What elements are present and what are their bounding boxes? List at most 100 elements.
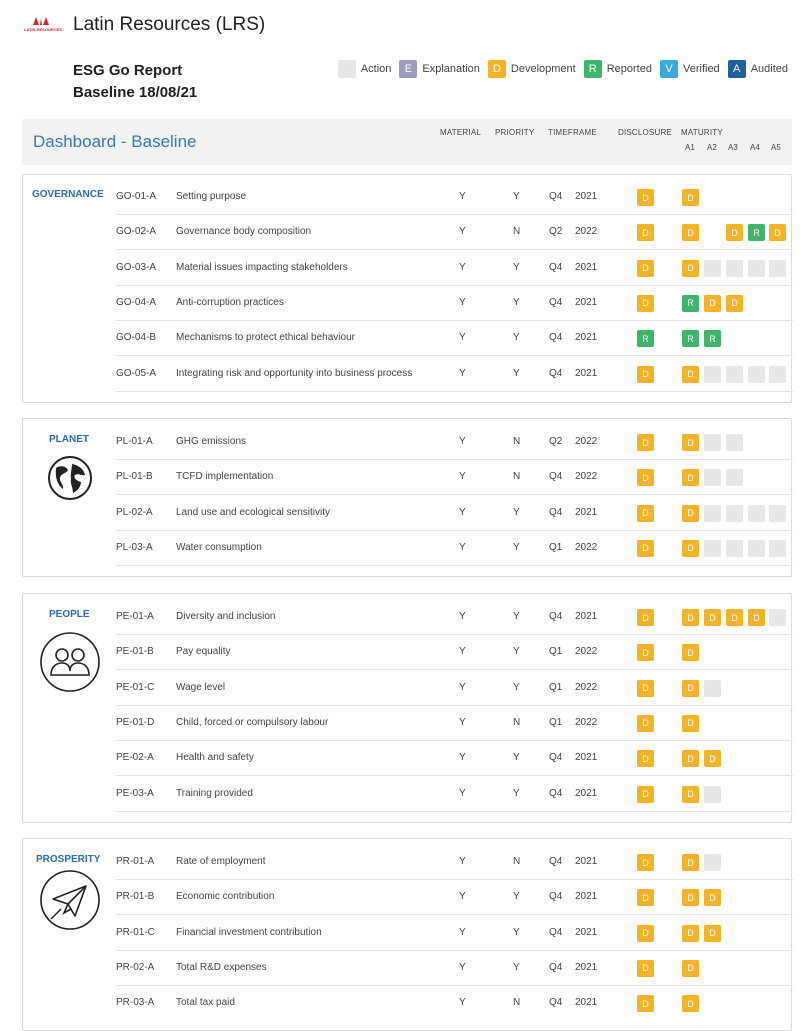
report-name: ESG Go Report: [73, 62, 183, 79]
section-people: PEOPLE PE-01-A Diversity and inclusion Y Y Q4…: [22, 593, 793, 823]
table-row[interactable]: PE-03-A Training provided Y Y Q4 2021 D D: [116, 777, 793, 812]
material-value: Y: [459, 541, 466, 553]
material-value: Y: [459, 716, 466, 728]
priority-value: N: [513, 436, 521, 447]
disclosure-badge: D: [637, 785, 654, 803]
table-row[interactable]: PL-03-A Water consumption Y Y Q1 2022 D D: [116, 531, 793, 566]
maturity-badge-a1: D: [682, 854, 699, 871]
table-row[interactable]: PE-01-A Diversity and inclusion Y Y Q4 2021 D D…: [116, 600, 793, 635]
legend-badge: A: [727, 60, 746, 78]
table-row[interactable]: PE-01-B Pay equality Y Y Q1 2022 D D: [116, 635, 793, 671]
priority-value: Y: [513, 506, 520, 518]
material-value: Y: [459, 436, 466, 447]
timeframe-quarter: Q4: [549, 961, 563, 973]
table-row[interactable]: GO-05-A Integrating risk and opportunity …: [116, 357, 793, 392]
maturity-badge-a2: D: [704, 294, 721, 312]
item-name: Rate of employment: [176, 856, 266, 867]
timeframe-year: 2021: [575, 856, 598, 867]
table-row[interactable]: PR-01-C Financial investment contribution…: [116, 916, 793, 951]
table-row[interactable]: PR-01-A Rate of employment Y N Q4 2021 D D: [116, 845, 793, 880]
legend-badge: V: [659, 60, 678, 78]
table-row[interactable]: PE-01-C Wage level Y Y Q1 2022 D D: [116, 671, 793, 706]
item-name: Water consumption: [176, 541, 262, 553]
material-value: Y: [459, 926, 466, 938]
table-row[interactable]: PL-01-B TCFD implementation Y N Q4 2022 D D: [116, 460, 793, 496]
timeframe-quarter: Q4: [549, 611, 563, 622]
maturity-badge-a1: D: [682, 365, 699, 383]
priority-value: Y: [513, 752, 520, 764]
maturity-badge-a1: D: [682, 189, 699, 206]
item-name: Financial investment contribution: [176, 926, 322, 938]
item-code: PE-01-A: [116, 611, 154, 622]
legend-item-audited: A Audited: [727, 60, 788, 78]
column-maturity: MATURITY: [681, 128, 723, 137]
disclosure-badge: R: [637, 330, 654, 348]
item-code: GO-05-A: [116, 367, 157, 379]
table-row[interactable]: PR-02-A Total R&D expenses Y Y Q4 2021 D D: [116, 951, 793, 986]
table-row[interactable]: PR-03-A Total tax paid Y N Q4 2021 D D: [116, 986, 793, 1021]
maturity-badge-a1: D: [682, 679, 699, 697]
maturity-badge-a1: D: [682, 644, 699, 662]
maturity-badge-a1: D: [682, 539, 699, 557]
material-value: Y: [459, 261, 466, 273]
table-row[interactable]: PE-01-D Child, forced or compulsory labou…: [116, 706, 793, 741]
maturity-badge-a5: [769, 504, 786, 522]
maturity-badge-a1: D: [682, 750, 699, 768]
maturity-badge-a5: D: [769, 224, 786, 242]
maturity-badge-a1: D: [682, 714, 699, 732]
section-label: GOVERNANCE: [32, 189, 104, 200]
table-row[interactable]: GO-02-A Governance body composition Y N Q2 20…: [116, 215, 793, 251]
timeframe-year: 2022: [575, 646, 598, 658]
item-code: PE-01-C: [116, 681, 155, 693]
table-row[interactable]: GO-01-A Setting purpose Y Y Q4 2021 D D: [116, 180, 793, 215]
disclosure-badge: D: [637, 189, 654, 206]
timeframe-quarter: Q4: [549, 296, 563, 308]
paper-plane-icon: [39, 869, 101, 936]
item-code: PL-01-B: [116, 471, 153, 483]
item-code: PL-02-A: [116, 506, 153, 518]
table-row[interactable]: PE-02-A Health and safety Y Y Q4 2021 D D D: [116, 741, 793, 777]
timeframe-year: 2021: [575, 891, 598, 903]
material-value: Y: [459, 332, 466, 344]
disclosure-badge: D: [637, 714, 654, 732]
item-name: GHG emissions: [176, 436, 247, 447]
maturity-badge-a1: D: [682, 469, 699, 487]
item-code: PL-03-A: [116, 541, 153, 553]
maturity-badge-a2: [704, 434, 721, 451]
material-value: Y: [459, 471, 466, 483]
level-a2: A2: [707, 143, 717, 152]
table-row[interactable]: PR-01-B Economic contribution Y Y Q4 2021 D D D: [116, 880, 793, 916]
material-value: Y: [459, 856, 466, 867]
item-code: PE-02-A: [116, 752, 154, 764]
item-code: GO-04-B: [116, 332, 157, 344]
item-code: PR-01-C: [116, 926, 155, 938]
section-planet: PLANET PL-01-A GHG emissions Y N Q2 2022 D D PL-0…: [22, 418, 793, 577]
item-name: Total tax paid: [176, 997, 235, 1009]
priority-value: Y: [513, 646, 520, 658]
item-name: Anti-corruption practices: [176, 296, 284, 308]
disclosure-badge: D: [637, 365, 654, 383]
legend-label: Action: [360, 63, 392, 75]
item-code: GO-04-A: [116, 296, 157, 308]
disclosure-badge: D: [637, 679, 654, 697]
disclosure-badge: D: [637, 224, 654, 242]
item-code: PE-03-A: [116, 787, 154, 799]
table-row[interactable]: GO-03-A Material issues impacting stakeho…: [116, 251, 793, 286]
legend-badge: [337, 60, 356, 78]
table-row[interactable]: GO-04-A Anti-corruption practices Y Y Q4 2021…: [116, 286, 793, 321]
table-row[interactable]: PL-01-A GHG emissions Y N Q2 2022 D D: [116, 425, 793, 460]
disclosure-badge: D: [637, 889, 654, 907]
legend-badge: R: [583, 60, 602, 78]
table-row[interactable]: GO-04-B Mechanisms to protect ethical beh…: [116, 321, 793, 357]
priority-value: Y: [513, 891, 520, 903]
maturity-badge-a3: D: [726, 224, 743, 242]
table-row[interactable]: PL-02-A Land use and ecological sensitivi…: [116, 496, 793, 531]
timeframe-quarter: Q4: [549, 261, 563, 273]
material-value: Y: [459, 752, 466, 764]
timeframe-year: 2022: [575, 716, 598, 728]
maturity-badge-a1: D: [682, 434, 699, 451]
item-code: PE-01-B: [116, 646, 154, 658]
maturity-badge-a5: [769, 259, 786, 277]
report-baseline: Baseline 18/08/21: [73, 84, 198, 101]
dashboard-title: Dashboard - Baseline: [33, 132, 197, 151]
